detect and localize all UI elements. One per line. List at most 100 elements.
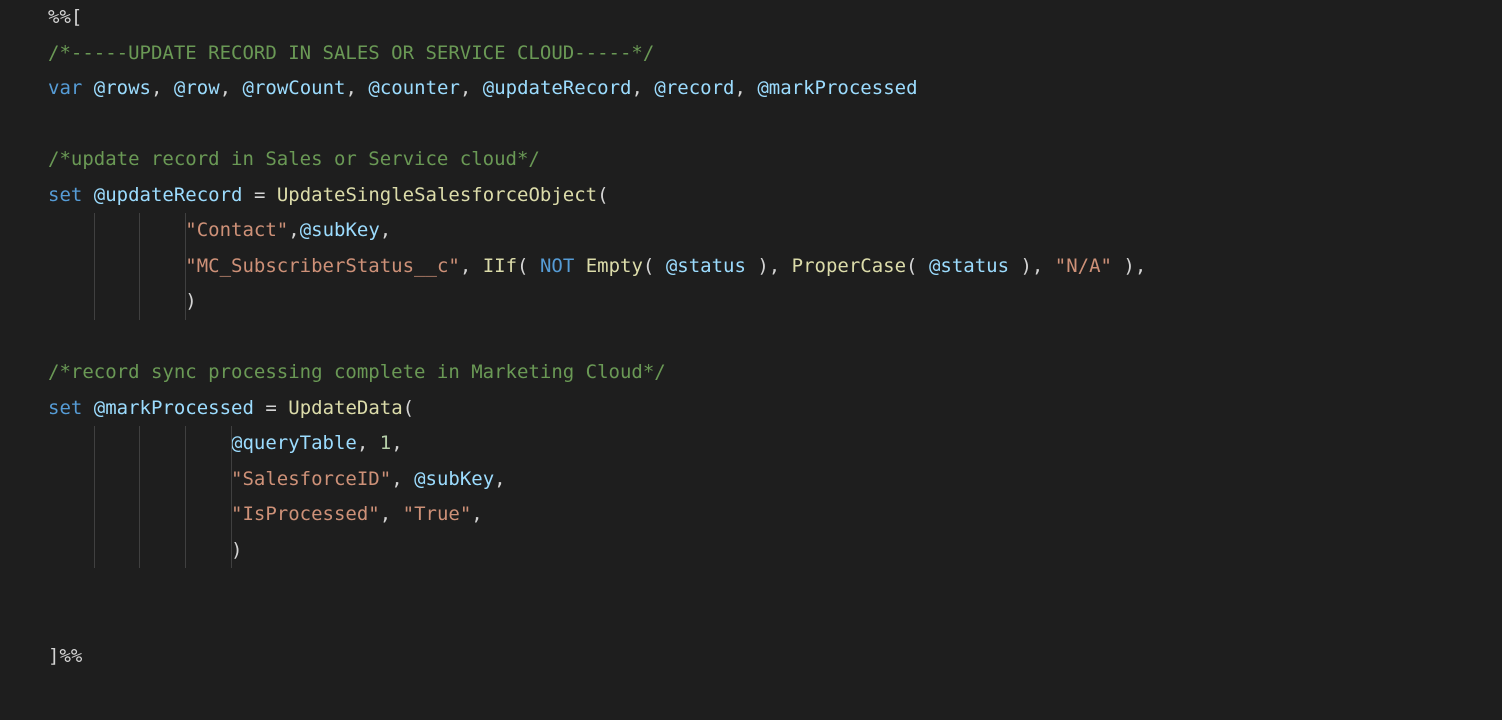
code-line[interactable]: set @markProcessed = UpdateData( [48,391,1502,427]
code-editor[interactable]: %%[ /*-----UPDATE RECORD IN SALES OR SERV… [0,0,1502,720]
code-area[interactable]: %%[ /*-----UPDATE RECORD IN SALES OR SERV… [20,0,1502,720]
indent-guide [231,426,232,462]
indent-guide [185,533,186,569]
code-token: ( [597,184,608,206]
code-token: var [48,77,82,99]
code-token: /*-----UPDATE RECORD IN SALES OR SERVICE… [48,42,654,64]
code-token: , [391,468,414,490]
code-token: ( [517,255,540,277]
code-token: "SalesforceID" [231,468,391,490]
code-line[interactable]: /*update record in Sales or Service clou… [48,142,1502,178]
code-token: @markProcessed [94,397,254,419]
code-line[interactable]: var @rows, @row, @rowCount, @counter, @u… [48,71,1502,107]
code-line[interactable] [48,320,1502,356]
code-token: , [471,503,482,525]
line-number [0,107,16,143]
indent-guide [94,462,95,498]
code-token [82,184,93,206]
code-line[interactable]: @queryTable, 1, [48,426,1502,462]
code-token [82,77,93,99]
line-number [0,462,16,498]
code-token: , [460,255,483,277]
indent-guide [185,426,186,462]
indent-guide [231,497,232,533]
line-number [0,142,16,178]
indent-guide [185,284,186,320]
code-token: ) [231,539,242,561]
line-number-gutter [0,0,20,720]
line-number [0,36,16,72]
code-token: , [391,432,402,454]
code-line[interactable]: "SalesforceID", @subKey, [48,462,1502,498]
code-line[interactable]: set @updateRecord = UpdateSingleSalesfor… [48,178,1502,214]
code-token: , [734,77,757,99]
code-line[interactable]: "MC_SubscriberStatus__c", IIf( NOT Empty… [48,249,1502,285]
line-number [0,533,16,569]
code-token: NOT [540,255,574,277]
code-line[interactable]: ) [48,533,1502,569]
code-line[interactable] [48,604,1502,640]
code-token: , [632,77,655,99]
code-line[interactable] [48,568,1502,604]
code-line[interactable]: /*-----UPDATE RECORD IN SALES OR SERVICE… [48,36,1502,72]
indent-guide [139,249,140,285]
code-token: , [494,468,505,490]
code-token: @subKey [414,468,494,490]
code-line[interactable] [48,107,1502,143]
code-line[interactable]: /*record sync processing complete in Mar… [48,355,1502,391]
code-line[interactable]: "Contact",@subKey, [48,213,1502,249]
code-token: IIf [483,255,517,277]
code-token [574,255,585,277]
line-number [0,71,16,107]
indent-guide [94,426,95,462]
line-number [0,604,16,640]
indent-guide [94,249,95,285]
code-token: = [254,397,288,419]
code-token: set [48,397,82,419]
indent-guide [139,497,140,533]
code-token: 1 [380,432,391,454]
code-token: UpdateData [288,397,402,419]
code-token: ), [1112,255,1146,277]
code-token [48,290,185,312]
indent-guide [185,462,186,498]
indent-guide [94,533,95,569]
line-number [0,639,16,675]
code-line[interactable]: ) [48,284,1502,320]
indent-guide [231,533,232,569]
code-token: ( [403,397,414,419]
code-token: ]%% [48,645,82,667]
code-token: @counter [368,77,460,99]
indent-guide [185,497,186,533]
line-number [0,568,16,604]
indent-guide [139,533,140,569]
code-line[interactable]: %%[ [48,0,1502,36]
code-token: @queryTable [231,432,357,454]
code-token: @updateRecord [94,184,243,206]
code-token: %%[ [48,6,82,28]
code-token: /*record sync processing complete in Mar… [48,361,666,383]
code-token: "True" [403,503,472,525]
code-token: , [288,219,299,241]
line-number [0,320,16,356]
code-token: "N/A" [1055,255,1112,277]
code-token: , [151,77,174,99]
code-token: , [380,219,391,241]
line-number [0,391,16,427]
indent-guide [139,213,140,249]
code-line[interactable]: "IsProcessed", "True", [48,497,1502,533]
code-token: @markProcessed [757,77,917,99]
code-token: , [380,503,403,525]
line-number [0,178,16,214]
indent-guide [94,497,95,533]
line-number [0,0,16,36]
code-token: @subKey [300,219,380,241]
indent-guide [231,462,232,498]
line-number [0,355,16,391]
indent-guide [185,213,186,249]
code-line[interactable]: ]%% [48,639,1502,675]
indent-guide [94,284,95,320]
code-token: "IsProcessed" [231,503,380,525]
code-token: ( [643,255,666,277]
indent-guide [139,284,140,320]
